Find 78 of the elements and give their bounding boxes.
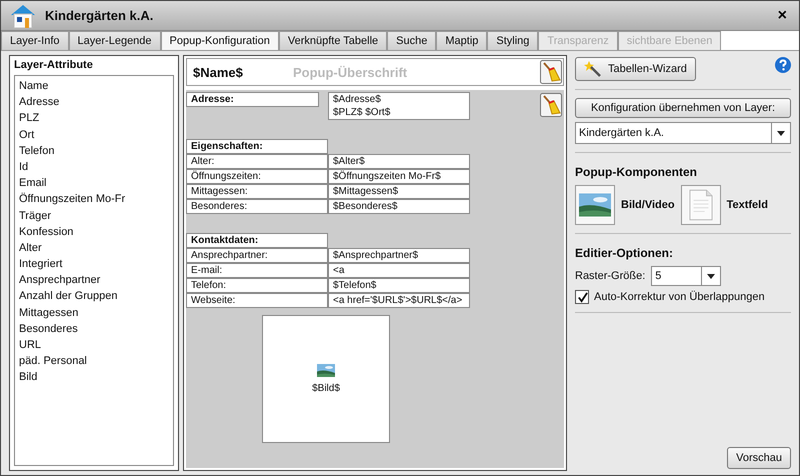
attribute-item[interactable]: Mittagessen	[19, 304, 169, 321]
label-cell: E-mail:	[186, 263, 328, 278]
grid-size-dropdown[interactable]: 5	[651, 266, 722, 286]
label-cell: Besonderes:	[186, 199, 328, 214]
attribute-item[interactable]: Anzahl der Gruppen	[19, 288, 169, 305]
header-field[interactable]: $Name$ Popup-Überschrift	[186, 58, 564, 86]
attribute-item[interactable]: Email	[19, 175, 169, 192]
attribute-item[interactable]: päd. Personal	[19, 353, 169, 370]
value-cell: $Ansprechpartner$	[328, 248, 470, 263]
label-cell: Telefon:	[186, 278, 328, 293]
grid-size-label: Raster-Größe:	[575, 270, 646, 282]
value-cell: $Öffnungszeiten Mo-Fr$	[328, 169, 470, 184]
value-cell: $Mittagessen$	[328, 184, 470, 199]
broom-icon[interactable]	[540, 93, 562, 117]
tab[interactable]: Suche	[387, 31, 436, 50]
document-icon	[688, 189, 713, 221]
image-label: $Bild$	[312, 383, 340, 394]
header-placeholder: Popup-Überschrift	[293, 64, 408, 80]
magic-wand-icon	[584, 60, 602, 78]
value-cell: $Besonderes$	[328, 199, 470, 214]
attribute-item[interactable]: Bild	[19, 369, 169, 386]
dropdown-value: Kindergärten k.A.	[579, 127, 665, 139]
tab[interactable]: Verknüpfte Tabelle	[278, 31, 388, 50]
component-tile[interactable]	[575, 185, 615, 225]
attribute-item[interactable]: Ansprechpartner	[19, 272, 169, 288]
dropdown-value: 5	[655, 270, 662, 282]
landscape-icon	[317, 364, 335, 377]
attribute-item[interactable]: Ort	[19, 126, 169, 143]
attribute-item[interactable]: Besonderes	[19, 320, 169, 337]
label-cell: Mittagessen:	[186, 184, 328, 199]
label-cell: Webseite:	[186, 293, 328, 308]
label-cell: Adresse:	[186, 92, 319, 107]
layer-dropdown[interactable]: Kindergärten k.A.	[575, 122, 791, 144]
attribute-item[interactable]: PLZ	[19, 110, 169, 127]
value-line: $PLZ$ $Ort$	[333, 106, 392, 119]
label-cell: Alter:	[186, 154, 328, 169]
copy-config-button[interactable]: Konfiguration übernehmen von Layer:	[575, 98, 791, 118]
component-tile[interactable]	[680, 185, 721, 225]
attribute-item[interactable]: Id	[19, 158, 169, 176]
attribute-item[interactable]: Öffnungszeiten Mo-Fr	[19, 191, 169, 208]
attribute-item[interactable]: Konfession	[19, 224, 169, 240]
tab[interactable]: Maptip	[436, 31, 488, 50]
tab[interactable]: Popup-Konfiguration	[160, 31, 279, 50]
value-cell: <a	[328, 263, 470, 278]
header-value: $Name$	[193, 64, 244, 80]
attribute-item[interactable]: Alter	[19, 240, 169, 256]
attribute-item[interactable]: Telefon	[19, 142, 169, 159]
landscape-icon	[579, 193, 611, 217]
broom-icon[interactable]	[540, 60, 562, 84]
attribute-item[interactable]: URL	[19, 337, 169, 354]
attribute-item[interactable]: Name	[19, 78, 169, 94]
section-title: Eigenschaften:	[186, 139, 328, 154]
section-heading: Popup-Komponenten	[575, 165, 698, 179]
section-title: Kontaktdaten:	[186, 233, 328, 248]
value-line: $Adresse$	[333, 93, 382, 106]
close-button[interactable]: ×	[774, 6, 791, 24]
help-icon[interactable]	[775, 57, 791, 73]
tab[interactable]: Styling	[487, 31, 538, 50]
tab[interactable]: Layer-Legende	[68, 31, 161, 50]
label-cell: Ansprechpartner:	[186, 248, 328, 263]
checkbox-label: Auto-Korrektur von Überlappungen	[594, 291, 765, 303]
section-heading: Editier-Optionen:	[575, 246, 674, 260]
house-icon	[9, 2, 37, 28]
label-cell: Öffnungszeiten:	[186, 169, 328, 184]
attribute-item[interactable]: Integriert	[19, 256, 169, 272]
component-label: Bild/Video	[621, 199, 675, 211]
attribute-item[interactable]: Adresse	[19, 94, 169, 110]
preview-button[interactable]: Vorschau	[727, 447, 791, 469]
checkbox[interactable]	[575, 290, 589, 304]
tab[interactable]: Layer-Info	[1, 31, 69, 50]
value-cell: $Alter$	[328, 154, 470, 169]
wizard-button[interactable]: Tabellen-Wizard	[575, 57, 696, 81]
window-title: Kindergärten k.A.	[45, 8, 154, 23]
component-label: Textfeld	[726, 199, 768, 211]
panel-heading: Layer-Attribute	[14, 58, 94, 73]
attribute-item[interactable]: Träger	[19, 208, 169, 224]
value-cell: <a href='$URL$'>$URL$</a>	[328, 293, 470, 308]
value-cell: $Telefon$	[328, 278, 470, 293]
